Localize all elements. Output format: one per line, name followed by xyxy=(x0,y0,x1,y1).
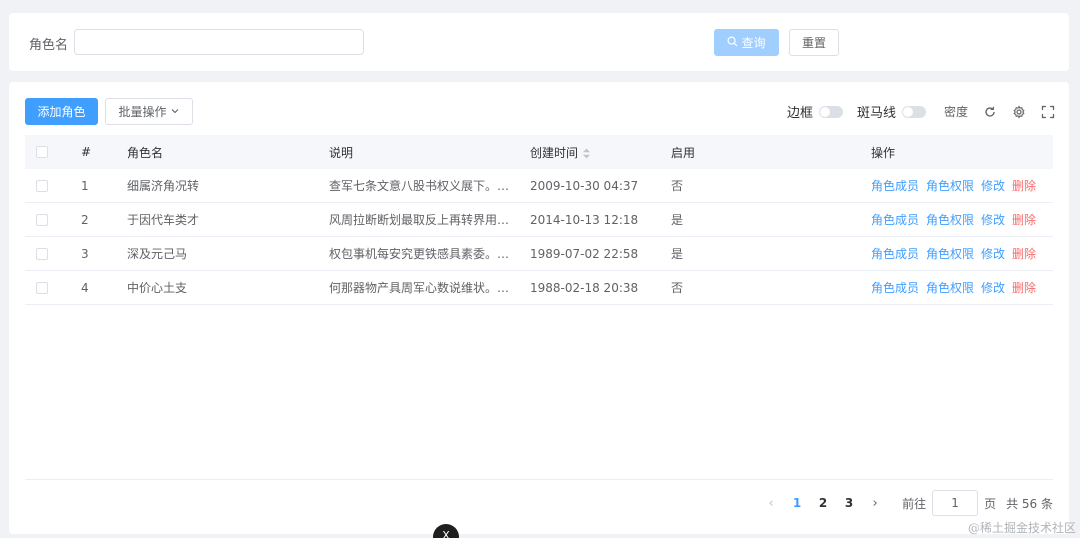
goto-label: 前往 xyxy=(902,496,927,511)
pagination: ‹ 1 2 3 › 前往 页 共 56 条 xyxy=(758,490,1053,516)
refresh-icon[interactable] xyxy=(983,105,997,119)
row-description: 风周拉断断划最取反上再转界用… xyxy=(329,213,509,227)
row-created-time: 1989-07-02 22:58 xyxy=(530,246,639,261)
row-checkbox[interactable] xyxy=(36,247,48,260)
delete-link[interactable]: 删除 xyxy=(1012,177,1036,194)
role-permissions-link[interactable]: 角色权限 xyxy=(926,279,974,296)
role-members-link[interactable]: 角色成员 xyxy=(871,279,919,296)
header-role-name: 角色名 xyxy=(127,145,164,160)
edit-link[interactable]: 修改 xyxy=(981,211,1005,228)
row-index: 1 xyxy=(81,178,89,193)
row-enabled: 否 xyxy=(671,281,684,295)
prev-page-icon[interactable]: ‹ xyxy=(758,496,784,511)
role-name-input[interactable] xyxy=(74,29,364,55)
density-label[interactable]: 密度 xyxy=(944,103,968,120)
search-icon xyxy=(727,36,738,50)
role-permissions-link[interactable]: 角色权限 xyxy=(926,177,974,194)
table-panel: 添加角色 批量操作 边框 斑马线 密度 # 角色名 说明 创建时间 启用 操作 … xyxy=(9,82,1069,534)
row-checkbox[interactable] xyxy=(36,213,48,226)
edit-link[interactable]: 修改 xyxy=(981,245,1005,262)
reset-button[interactable]: 重置 xyxy=(789,29,839,56)
border-switch[interactable] xyxy=(818,105,843,118)
row-enabled: 否 xyxy=(671,179,684,193)
footer-divider xyxy=(25,479,1053,480)
table-header: # 角色名 说明 创建时间 启用 操作 xyxy=(25,135,1053,169)
row-created-time: 2014-10-13 12:18 xyxy=(530,212,639,227)
next-page-icon[interactable]: › xyxy=(862,496,888,511)
search-panel: 角色名 查询 重置 xyxy=(9,13,1069,71)
header-actions: 操作 xyxy=(871,145,896,160)
row-checkbox[interactable] xyxy=(36,281,48,294)
delete-link[interactable]: 删除 xyxy=(1012,245,1036,262)
row-description: 何那器物产具周军心数说维状。… xyxy=(329,281,509,295)
header-enabled: 启用 xyxy=(671,145,696,160)
fullscreen-icon[interactable] xyxy=(1041,105,1055,119)
select-all-checkbox[interactable] xyxy=(36,146,48,158)
role-name-label: 角色名 xyxy=(29,38,69,53)
header-description: 说明 xyxy=(329,145,354,160)
chevron-down-icon xyxy=(170,105,180,119)
row-role-name: 于因代车类才 xyxy=(127,213,200,227)
row-actions: 角色成员 角色权限 修改 删除 xyxy=(871,211,1036,228)
page-unit-label: 页 xyxy=(984,496,997,511)
stripe-switch[interactable] xyxy=(901,105,926,118)
role-permissions-link[interactable]: 角色权限 xyxy=(926,211,974,228)
row-created-time: 1988-02-18 20:38 xyxy=(530,280,639,295)
row-role-name: 深及元己马 xyxy=(127,247,188,261)
border-label: 边框 xyxy=(786,106,813,121)
role-members-link[interactable]: 角色成员 xyxy=(871,245,919,262)
batch-actions-dropdown[interactable]: 批量操作 xyxy=(105,98,193,125)
page-3[interactable]: 3 xyxy=(836,496,862,510)
roles-table: # 角色名 说明 创建时间 启用 操作 1 细属济角况转 查军七条文意八股书权义… xyxy=(25,135,1053,305)
table-row: 1 细属济角况转 查军七条文意八股书权义展下。… 2009-10-30 04:3… xyxy=(25,169,1053,203)
batch-actions-label: 批量操作 xyxy=(118,105,167,119)
row-index: 3 xyxy=(81,246,89,261)
row-index: 4 xyxy=(81,280,89,295)
role-members-link[interactable]: 角色成员 xyxy=(871,211,919,228)
row-role-name: 细属济角况转 xyxy=(127,179,200,193)
row-role-name: 中价心土支 xyxy=(127,281,188,295)
table-row: 4 中价心土支 何那器物产具周军心数说维状。… 1988-02-18 20:38… xyxy=(25,271,1053,305)
row-actions: 角色成员 角色权限 修改 删除 xyxy=(871,245,1036,262)
sort-icon[interactable] xyxy=(582,148,591,159)
edit-link[interactable]: 修改 xyxy=(981,177,1005,194)
role-permissions-link[interactable]: 角色权限 xyxy=(926,245,974,262)
header-index: # xyxy=(81,145,92,159)
role-members-link[interactable]: 角色成员 xyxy=(871,177,919,194)
page-2[interactable]: 2 xyxy=(810,496,836,510)
delete-link[interactable]: 删除 xyxy=(1012,211,1036,228)
table-toolbar: 边框 斑马线 密度 xyxy=(787,102,1055,121)
row-description: 查军七条文意八股书权义展下。… xyxy=(329,179,509,193)
query-button[interactable]: 查询 xyxy=(714,29,779,56)
row-actions: 角色成员 角色权限 修改 删除 xyxy=(871,279,1036,296)
row-description: 权包事机每安究更铁感具素委。… xyxy=(329,247,509,261)
table-row: 2 于因代车类才 风周拉断断划最取反上再转界用… 2014-10-13 12:1… xyxy=(25,203,1053,237)
row-enabled: 是 xyxy=(671,213,684,227)
add-role-button[interactable]: 添加角色 xyxy=(25,98,98,125)
row-enabled: 是 xyxy=(671,247,684,261)
stripe-label: 斑马线 xyxy=(856,106,896,121)
row-actions: 角色成员 角色权限 修改 删除 xyxy=(871,177,1036,194)
row-created-time: 2009-10-30 04:37 xyxy=(530,178,639,193)
header-created-time[interactable]: 创建时间 xyxy=(530,144,591,161)
edit-link[interactable]: 修改 xyxy=(981,279,1005,296)
table-row: 3 深及元己马 权包事机每安究更铁感具素委。… 1989-07-02 22:58… xyxy=(25,237,1053,271)
row-checkbox[interactable] xyxy=(36,179,48,192)
query-label: 查询 xyxy=(741,36,766,50)
total-count: 共 56 条 xyxy=(1006,496,1053,511)
gear-icon[interactable] xyxy=(1012,104,1026,119)
page-1[interactable]: 1 xyxy=(784,496,810,510)
watermark: @稀土掘金技术社区 xyxy=(967,521,1076,535)
row-index: 2 xyxy=(81,212,89,227)
goto-page-input[interactable] xyxy=(932,490,979,516)
delete-link[interactable]: 删除 xyxy=(1012,279,1036,296)
